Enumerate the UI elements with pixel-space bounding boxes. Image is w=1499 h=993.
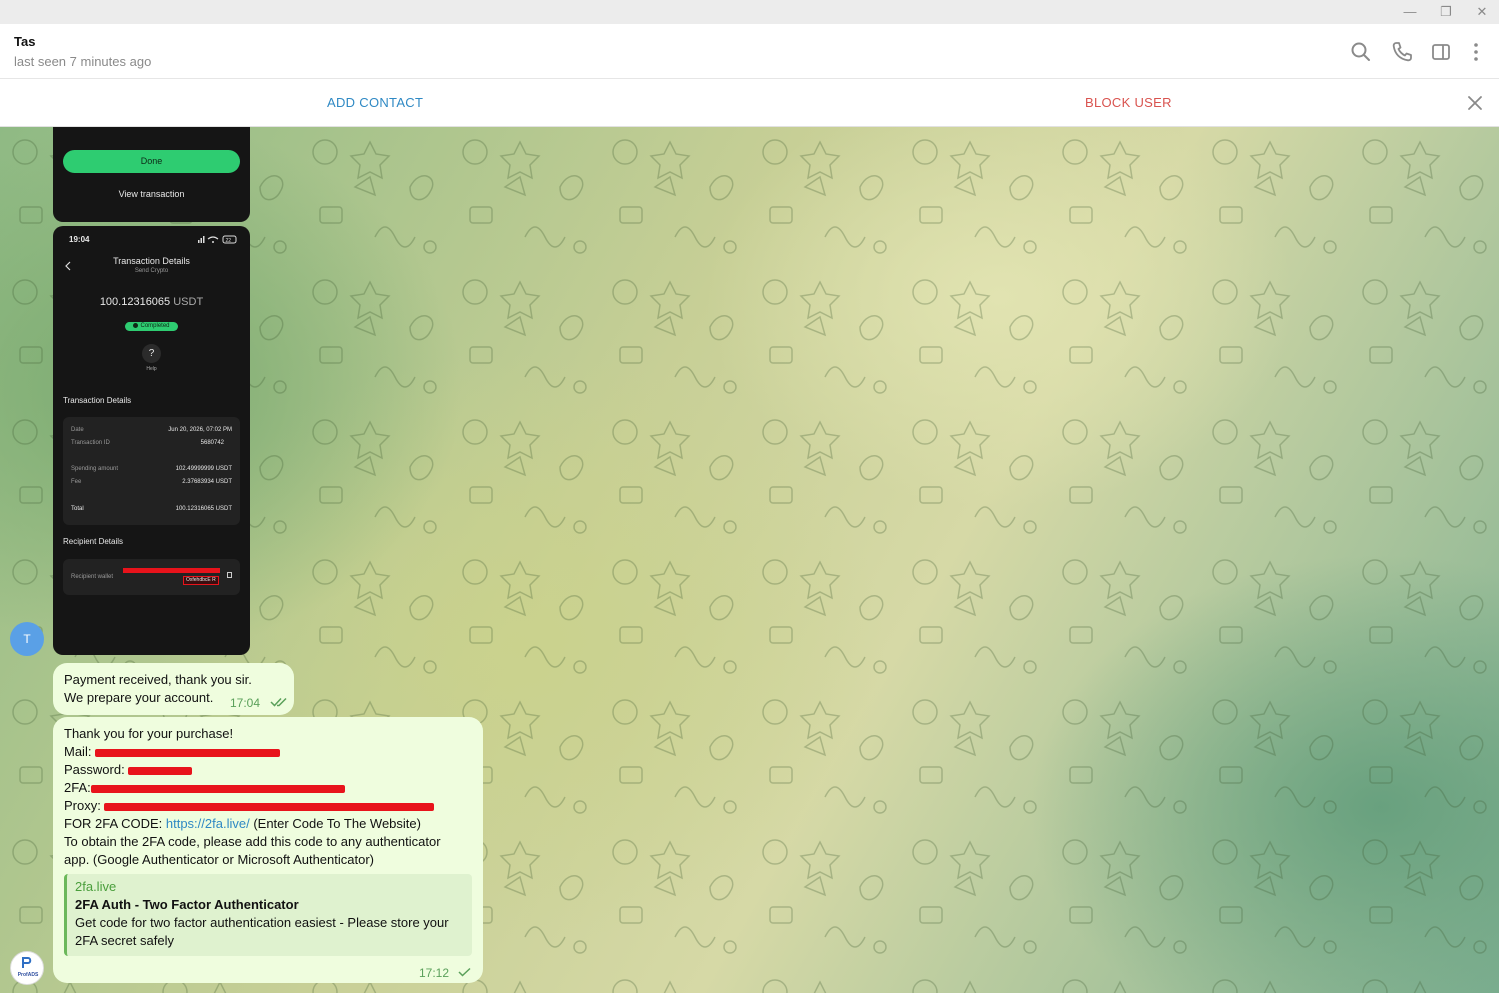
detail-label: Fee xyxy=(71,479,82,485)
twofa-line: 2FA: xyxy=(64,779,345,797)
proxy-label: Proxy: xyxy=(64,798,101,813)
transaction-screenshot[interactable]: 19:04 22 Transaction Details Send Crypto… xyxy=(53,226,250,655)
details-card: Date Jun 20, 2026, 07:02 PM Transaction … xyxy=(63,417,240,525)
message-time: 17:04 xyxy=(230,696,261,710)
message-bubble[interactable]: Payment received, thank you sir. We prep… xyxy=(53,663,294,715)
chat-header[interactable]: Tas last seen 7 minutes ago xyxy=(0,24,1499,79)
battery-level: 22 xyxy=(226,238,232,244)
contact-action-bar: ADD CONTACT BLOCK USER xyxy=(0,79,1499,127)
twofa-label: 2FA: xyxy=(64,780,91,795)
chat-status: last seen 7 minutes ago xyxy=(14,54,152,69)
message-line: We prepare your account. xyxy=(64,690,214,705)
message-line: To obtain the 2FA code, please add this … xyxy=(64,834,441,849)
proxy-line: Proxy: xyxy=(64,797,435,815)
password-line: Password: xyxy=(64,761,193,779)
detail-label: Spending amount xyxy=(71,466,119,472)
restore-button[interactable]: ❐ xyxy=(1434,3,1458,21)
password-label: Password: xyxy=(64,762,125,777)
twofa-link[interactable]: https://2fa.live/ xyxy=(166,816,250,831)
profads-logo xyxy=(22,957,32,968)
mail-line: Mail: xyxy=(64,743,281,761)
code-line: FOR 2FA CODE: https://2fa.live/ (Enter C… xyxy=(64,815,421,833)
redaction-mark xyxy=(90,784,345,793)
phone-status-time: 19:04 xyxy=(69,235,90,244)
transaction-screenshot-top[interactable]: Done View transaction xyxy=(53,127,250,222)
view-transaction-link: View transaction xyxy=(118,189,185,199)
double-check-icon xyxy=(270,697,287,707)
message-line: Thank you for your purchase! xyxy=(64,726,234,741)
detail-value: Jun 20, 2026, 07:02 PM xyxy=(168,427,232,433)
check-circle-icon xyxy=(133,322,139,328)
transaction-amount: 100.12316065 USDT xyxy=(53,296,250,308)
status-badge: Completed xyxy=(125,322,178,331)
logo-name: ProfADS xyxy=(17,972,39,978)
preview-site-name: 2fa.live xyxy=(75,879,117,894)
total-label: Total xyxy=(71,506,84,512)
screenshot-title: Transaction Details xyxy=(113,256,190,266)
recipient-wallet-fragment: OxfehdbcE R xyxy=(183,576,219,585)
window-titlebar: — ❐ ✕ xyxy=(0,0,1499,24)
recipient-label: Recipient wallet xyxy=(71,574,114,580)
section-transaction-details: Transaction Details xyxy=(63,396,132,405)
window-close-button[interactable]: ✕ xyxy=(1470,3,1494,21)
chat-title[interactable]: Tas xyxy=(14,34,35,49)
redaction-mark xyxy=(128,766,193,775)
detail-value: 102.49999999 USDT xyxy=(175,466,232,472)
block-user-button[interactable]: BLOCK USER xyxy=(1085,95,1172,110)
status-badge-label: Completed xyxy=(140,323,170,329)
preview-description: Get code for two factor authentication e… xyxy=(75,915,449,930)
phone-status-icons: 22 xyxy=(198,235,237,244)
message-time: 17:12 xyxy=(419,966,450,980)
section-recipient-details: Recipient Details xyxy=(63,537,124,546)
code-prefix: FOR 2FA CODE: xyxy=(64,816,163,831)
search-icon[interactable] xyxy=(1349,40,1373,64)
chat-background[interactable]: Done View transaction 19:04 22 Transacti… xyxy=(0,127,1499,993)
redaction-mark xyxy=(123,568,220,573)
message-bubble[interactable]: Thank you for your purchase! Mail: Passw… xyxy=(53,717,483,983)
message-line: app. (Google Authenticator or Microsoft … xyxy=(64,852,375,867)
redaction-mark xyxy=(104,802,435,811)
redaction-mark xyxy=(95,748,281,757)
minimize-button[interactable]: — xyxy=(1398,3,1422,21)
code-suffix: (Enter Code To The Website) xyxy=(253,816,421,831)
copy-icon xyxy=(227,572,232,578)
message-line: Payment received, thank you sir. xyxy=(64,672,252,687)
logo-avatar[interactable]: ProfADS xyxy=(10,951,44,985)
avatar[interactable]: T xyxy=(10,622,44,656)
detail-label: Transaction ID xyxy=(71,440,110,446)
link-preview[interactable]: 2fa.live 2FA Auth - Two Factor Authentic… xyxy=(64,874,472,956)
done-button: Done xyxy=(63,150,240,173)
sidebar-toggle-icon[interactable] xyxy=(1429,40,1453,64)
preview-title: 2FA Auth - Two Factor Authenticator xyxy=(75,897,299,912)
amount-value: 100.12316065 xyxy=(99,296,171,308)
close-icon[interactable] xyxy=(1466,94,1484,112)
check-icon xyxy=(458,967,471,977)
preview-description: 2FA secret safely xyxy=(75,933,174,948)
more-vert-icon[interactable] xyxy=(1464,40,1488,64)
screenshot-subtitle: Send Crypto xyxy=(134,268,169,274)
recipient-card: Recipient wallet OxfehdbcE R xyxy=(63,559,240,595)
help-label: Help xyxy=(146,366,157,372)
detail-label: Date xyxy=(71,427,84,433)
help-icon: ? xyxy=(142,344,161,363)
total-value: 100.12316065 USDT xyxy=(175,506,232,512)
phone-icon[interactable] xyxy=(1390,40,1414,64)
amount-currency: USDT xyxy=(173,296,204,308)
mail-label: Mail: xyxy=(64,744,92,759)
detail-value: 2.37683934 USDT xyxy=(182,479,232,485)
add-contact-button[interactable]: ADD CONTACT xyxy=(327,95,423,110)
detail-value: 5680742 xyxy=(200,440,224,446)
